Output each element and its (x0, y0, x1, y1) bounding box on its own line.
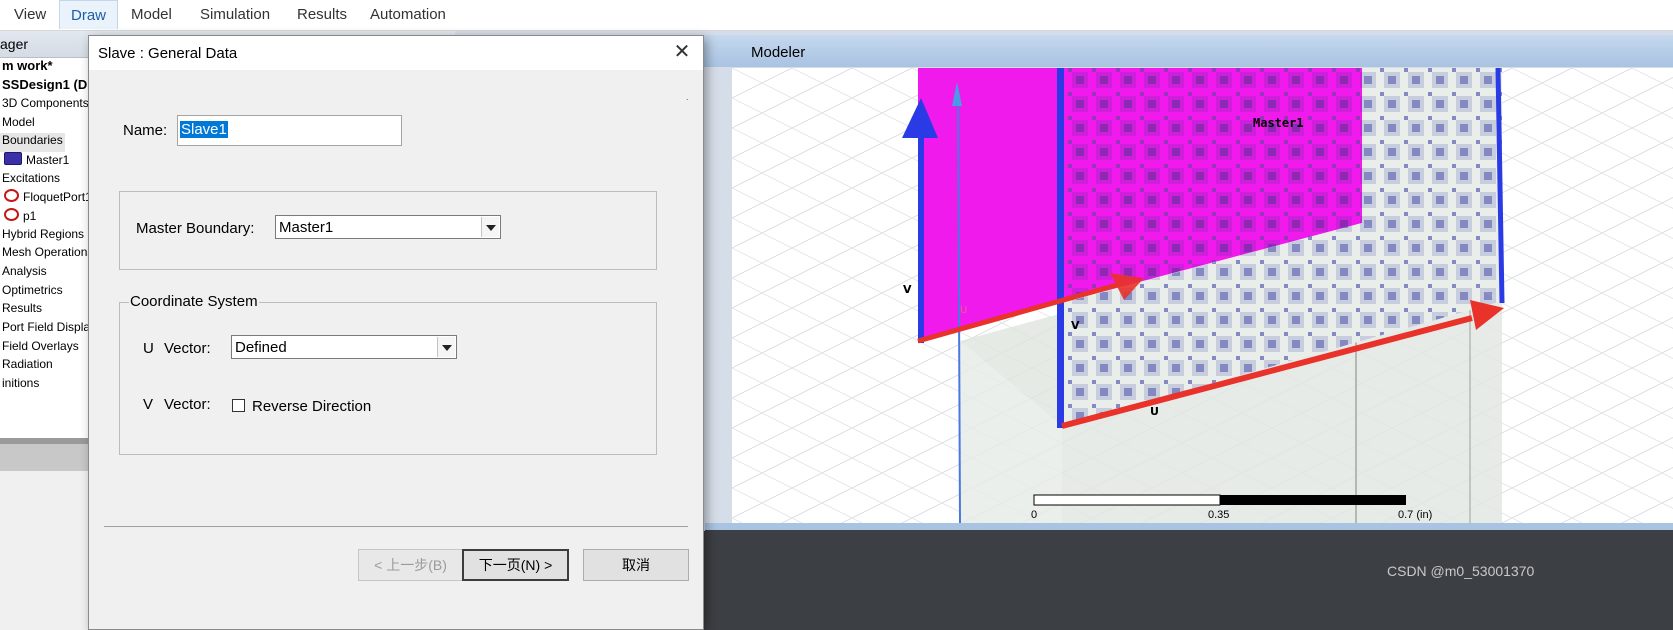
coordinate-system-group (119, 302, 657, 455)
tree-item-label: Analysis (2, 264, 47, 278)
tree-item-label: Master1 (26, 153, 70, 167)
cancel-button[interactable]: 取消 (583, 549, 689, 581)
tree-item-label: 3D Components (2, 96, 89, 110)
tree-item[interactable]: m work* (0, 58, 55, 77)
menu-automation[interactable]: Automation (370, 6, 446, 23)
menu-draw[interactable]: Draw (59, 0, 119, 29)
u-vector-select[interactable]: Defined (231, 335, 457, 359)
master-boundary-icon (4, 152, 22, 165)
tree-item-label: FloquetPort1 (23, 190, 92, 204)
dialog-titlebar: Slave : General Data ✕ (89, 36, 703, 70)
tree-item[interactable]: Hybrid Regions (0, 227, 86, 246)
menu-results[interactable]: Results (297, 6, 347, 23)
tree-item-label: Hybrid Regions (2, 227, 85, 241)
port-icon (4, 208, 19, 221)
tree-item[interactable]: Field Overlays (0, 339, 81, 358)
dialog-title: Slave : General Data (98, 45, 238, 62)
tree-item-label: Optimetrics (2, 283, 63, 297)
modeler-bottom-border (705, 523, 1673, 530)
scale-tick-0: 0 (1031, 509, 1037, 521)
slave-general-data-dialog: Slave : General Data ✕ . Name: Slave1 Ma… (88, 35, 704, 630)
3d-viewport[interactable]: Master1 V V U U 0 0.35 0.7 (in) (732, 68, 1673, 523)
tree-item-label: m work* (2, 58, 53, 73)
chevron-down-icon[interactable] (437, 337, 455, 357)
tree-item[interactable]: Results (0, 301, 44, 320)
u-vector-value: Defined (235, 339, 287, 356)
tree-item-label: Excitations (2, 171, 61, 185)
tree-item-label: Field Overlays (2, 339, 79, 353)
tree-item[interactable]: Analysis (0, 264, 49, 283)
tree-item[interactable]: initions (0, 376, 41, 395)
scale-bar-black (1220, 495, 1406, 505)
v-label-right: V (1071, 319, 1080, 332)
menu-view[interactable]: View (14, 6, 46, 23)
tree-item-label: Boundaries (2, 133, 63, 147)
name-label: Name: (123, 122, 168, 139)
dialog-dot: . (686, 92, 689, 102)
tree-item[interactable]: Model (0, 115, 37, 134)
u-vector-label: Vector: (164, 340, 211, 357)
master1-label: Master1 (1253, 116, 1304, 130)
tree-item-label: Mesh Operations (2, 245, 94, 259)
scale-tick-035: 0.35 (1208, 509, 1229, 521)
modeler-title: Modeler (751, 44, 806, 61)
v-vector-label: Vector: (164, 396, 211, 413)
tree-item-label: p1 (23, 209, 37, 223)
v-vector-left (918, 128, 924, 343)
tree-item[interactable]: Optimetrics (0, 283, 65, 302)
menu-model[interactable]: Model (131, 6, 172, 23)
reverse-direction-label[interactable]: Reverse Direction (252, 398, 371, 415)
tree-item[interactable]: Port Field Displa (0, 320, 92, 339)
name-input[interactable]: Slave1 (177, 115, 402, 146)
modeler-status-area (705, 530, 1673, 630)
tree-item[interactable]: Master1 (0, 152, 71, 171)
v-label-left: V (903, 283, 912, 296)
scale-bar-white (1033, 494, 1221, 506)
project-manager-title: ager (0, 36, 29, 52)
master-boundary-label: Master Boundary: (136, 220, 255, 237)
reverse-direction-checkbox[interactable] (232, 399, 245, 412)
dialog-separator (104, 526, 688, 527)
master-boundary-select[interactable]: Master1 (275, 215, 501, 239)
tree-item[interactable]: Radiation (0, 357, 55, 376)
close-icon[interactable]: ✕ (669, 40, 695, 66)
tree-item-label: Radiation (2, 357, 53, 371)
tree-item[interactable]: p1 (0, 208, 38, 227)
u-label: U (1150, 405, 1159, 418)
tree-item-label: Port Field Displa (2, 320, 91, 334)
u-letter: U (143, 340, 154, 357)
port-icon (4, 189, 19, 202)
tree-item[interactable]: 3D Components (0, 96, 91, 115)
tree-item[interactable]: FloquetPort1 (0, 189, 94, 208)
next-button[interactable]: 下一页(N) > (462, 549, 569, 581)
tree-item-label: initions (2, 376, 40, 390)
menu-bar: View Draw Model Simulation Results Autom… (0, 0, 1673, 31)
name-input-value: Slave1 (180, 121, 228, 138)
v-vector-right (1057, 68, 1064, 428)
coordinate-system-title: Coordinate System (129, 293, 259, 310)
tree-item[interactable]: Excitations (0, 171, 62, 190)
tree-item[interactable]: Boundaries (0, 133, 65, 152)
v-letter: V (143, 396, 154, 413)
menu-simulation[interactable]: Simulation (200, 6, 270, 23)
tree-item-label: Results (2, 301, 43, 315)
master-left-wall (918, 68, 1060, 341)
chevron-down-icon[interactable] (481, 217, 499, 237)
tree-item-label: Model (2, 115, 35, 129)
back-button[interactable]: < 上一步(B) (358, 549, 463, 581)
scale-tick-07: 0.7 (in) (1398, 509, 1432, 521)
u-faint-label: U (960, 305, 967, 316)
3d-scene[interactable]: Master1 V V U U 0 0.35 0.7 (in) (732, 68, 1673, 523)
watermark: CSDN @m0_53001370 (1387, 563, 1535, 579)
tree-item[interactable]: Mesh Operations (0, 245, 95, 264)
master-boundary-value: Master1 (279, 219, 334, 236)
